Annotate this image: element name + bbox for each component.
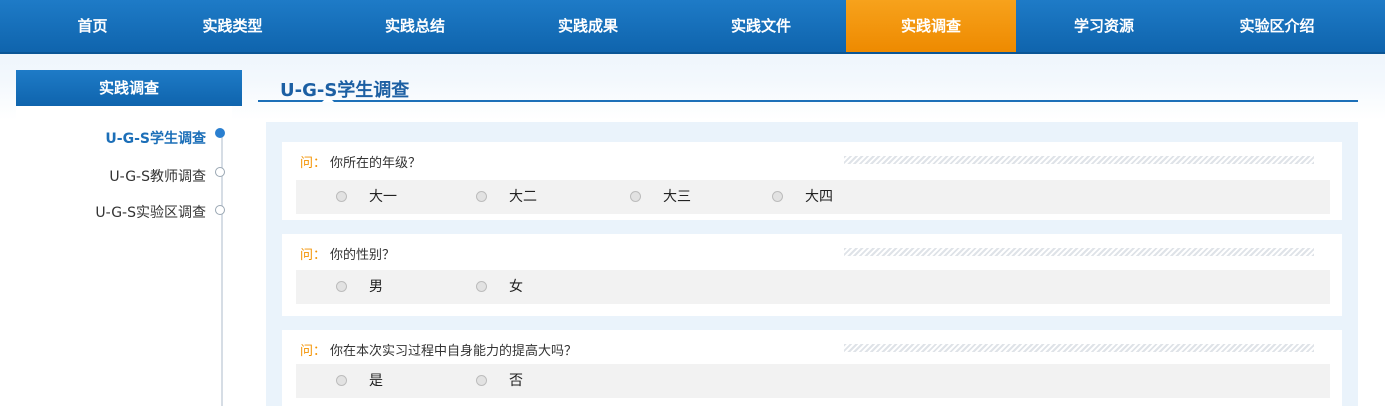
decorative-hatch xyxy=(844,156,1314,164)
page-title: U-G-S学生调查 xyxy=(280,80,410,101)
option-label: 女 xyxy=(509,279,523,295)
nav-item-practice-files[interactable]: 实践文件 xyxy=(676,0,846,52)
sidebar-item-label: U-G-S教师调查 xyxy=(109,169,206,185)
radio-option[interactable]: 是 xyxy=(336,364,383,398)
radio-option[interactable]: 大三 xyxy=(630,180,691,214)
sidebar-item-zone-survey[interactable]: U-G-S实验区调查 xyxy=(16,202,206,222)
option-label: 男 xyxy=(369,279,383,295)
radio-button-icon[interactable] xyxy=(630,190,641,202)
question-prefix: 问： xyxy=(300,344,327,359)
option-label: 大四 xyxy=(805,189,833,205)
radio-option[interactable]: 大四 xyxy=(772,180,833,214)
radio-button-icon[interactable] xyxy=(476,374,487,386)
title-divider xyxy=(258,100,1358,102)
option-label: 大一 xyxy=(369,189,397,205)
sidebar-item-student-survey[interactable]: U-G-S学生调查 xyxy=(16,128,206,148)
question-card: 问： 你所在的年级？ 大一 大二 大三 大四 xyxy=(282,142,1342,220)
title-notch xyxy=(322,96,334,102)
top-navigation: 首页 实践类型 实践总结 实践成果 实践文件 实践调查 学习资源 实验区介绍 xyxy=(0,0,1385,54)
nav-item-experiment-zone-intro[interactable]: 实验区介绍 xyxy=(1192,0,1362,52)
answer-options: 是 否 xyxy=(296,364,1330,398)
nav-item-label: 实践文件 xyxy=(730,17,791,35)
nav-item-label: 学习资源 xyxy=(1073,17,1134,35)
option-label: 大三 xyxy=(663,189,691,205)
answer-options: 男 女 xyxy=(296,270,1330,304)
radio-button-icon[interactable] xyxy=(476,280,487,292)
decorative-hatch xyxy=(844,344,1314,352)
nav-item-practice-survey[interactable]: 实践调查 xyxy=(846,0,1016,52)
question-text: 问： 你的性别？ xyxy=(300,244,395,263)
decorative-hatch xyxy=(844,248,1314,256)
nav-item-label: 首页 xyxy=(77,17,108,35)
nav-item-practice-types[interactable]: 实践类型 xyxy=(185,0,280,52)
sidebar-item-label: U-G-S实验区调查 xyxy=(95,205,206,221)
question-label: 你所在的年级？ xyxy=(330,156,422,171)
sidebar-header: 实践调查 xyxy=(16,70,242,106)
option-label: 否 xyxy=(509,373,523,389)
question-card: 问： 你的性别？ 男 女 xyxy=(282,234,1342,316)
question-text: 问： 你在本次实习过程中自身能力的提高大吗？ xyxy=(300,340,577,359)
question-prefix: 问： xyxy=(300,156,327,171)
option-label: 是 xyxy=(369,373,383,389)
sidebar-title: 实践调查 xyxy=(98,79,159,97)
timeline-dot-active xyxy=(215,128,225,138)
nav-item-learning-resources[interactable]: 学习资源 xyxy=(1019,0,1189,52)
question-text: 问： 你所在的年级？ xyxy=(300,152,421,171)
sidebar-item-label: U-G-S学生调查 xyxy=(105,131,206,147)
option-label: 大二 xyxy=(509,189,537,205)
sidebar-panel xyxy=(16,106,232,406)
nav-item-practice-results[interactable]: 实践成果 xyxy=(503,0,673,52)
nav-item-practice-summary[interactable]: 实践总结 xyxy=(330,0,500,52)
question-card: 问： 你在本次实习过程中自身能力的提高大吗？ 是 否 xyxy=(282,330,1342,406)
timeline-dot xyxy=(215,205,225,215)
sidebar-item-teacher-survey[interactable]: U-G-S教师调查 xyxy=(16,166,206,186)
timeline-dot xyxy=(215,167,225,177)
nav-item-label: 实践成果 xyxy=(557,17,618,35)
nav-item-label: 实践总结 xyxy=(384,17,445,35)
nav-item-home[interactable]: 首页 xyxy=(0,0,185,52)
radio-button-icon[interactable] xyxy=(336,280,347,292)
nav-item-label: 实验区介绍 xyxy=(1239,17,1315,35)
radio-button-icon[interactable] xyxy=(336,374,347,386)
radio-option[interactable]: 否 xyxy=(476,364,523,398)
question-prefix: 问： xyxy=(300,248,327,263)
nav-item-label: 实践类型 xyxy=(202,17,263,35)
radio-option[interactable]: 男 xyxy=(336,270,383,304)
radio-option[interactable]: 大一 xyxy=(336,180,397,214)
question-label: 你在本次实习过程中自身能力的提高大吗？ xyxy=(330,344,578,359)
nav-item-label: 实践调查 xyxy=(900,17,961,35)
survey-page: 首页 实践类型 实践总结 实践成果 实践文件 实践调查 学习资源 实验区介绍 实… xyxy=(0,0,1385,406)
radio-option[interactable]: 大二 xyxy=(476,180,537,214)
radio-button-icon[interactable] xyxy=(336,190,347,202)
answer-options: 大一 大二 大三 大四 xyxy=(296,180,1330,214)
question-label: 你的性别？ xyxy=(330,248,396,263)
radio-button-icon[interactable] xyxy=(476,190,487,202)
radio-button-icon[interactable] xyxy=(772,190,783,202)
radio-option[interactable]: 女 xyxy=(476,270,523,304)
